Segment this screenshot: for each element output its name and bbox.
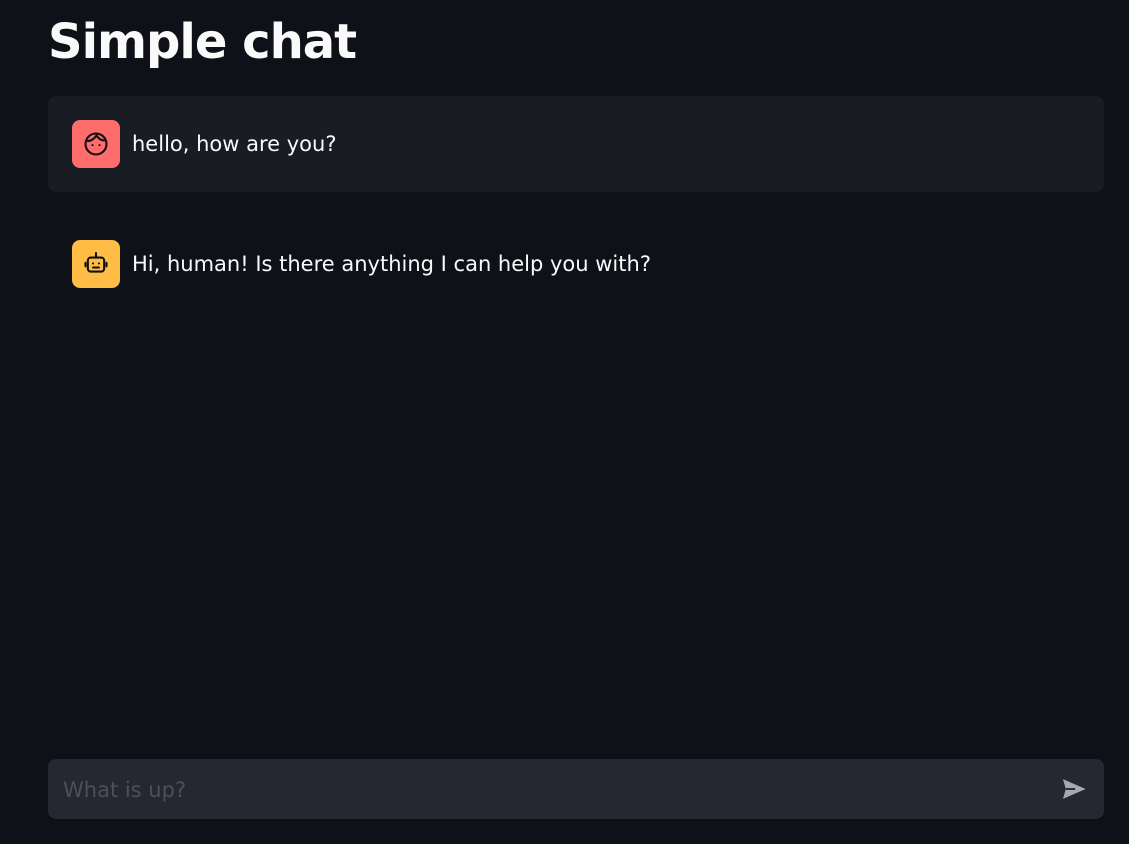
chat-page: Simple chat hello, how are you? Hi, huma… bbox=[0, 0, 1129, 844]
send-button[interactable] bbox=[1060, 775, 1088, 803]
send-icon bbox=[1062, 779, 1086, 799]
chat-input[interactable] bbox=[61, 759, 1045, 821]
robot-icon bbox=[84, 251, 108, 273]
page-title: Simple chat bbox=[48, 14, 357, 70]
chat-message-assistant: Hi, human! Is there anything I can help … bbox=[48, 216, 1104, 312]
message-text: hello, how are you? bbox=[132, 132, 337, 156]
face-icon bbox=[84, 132, 108, 156]
assistant-avatar bbox=[72, 240, 120, 288]
message-text: Hi, human! Is there anything I can help … bbox=[132, 252, 651, 276]
chat-input-container bbox=[48, 759, 1104, 821]
chat-message-user: hello, how are you? bbox=[48, 96, 1104, 192]
user-avatar bbox=[72, 120, 120, 168]
